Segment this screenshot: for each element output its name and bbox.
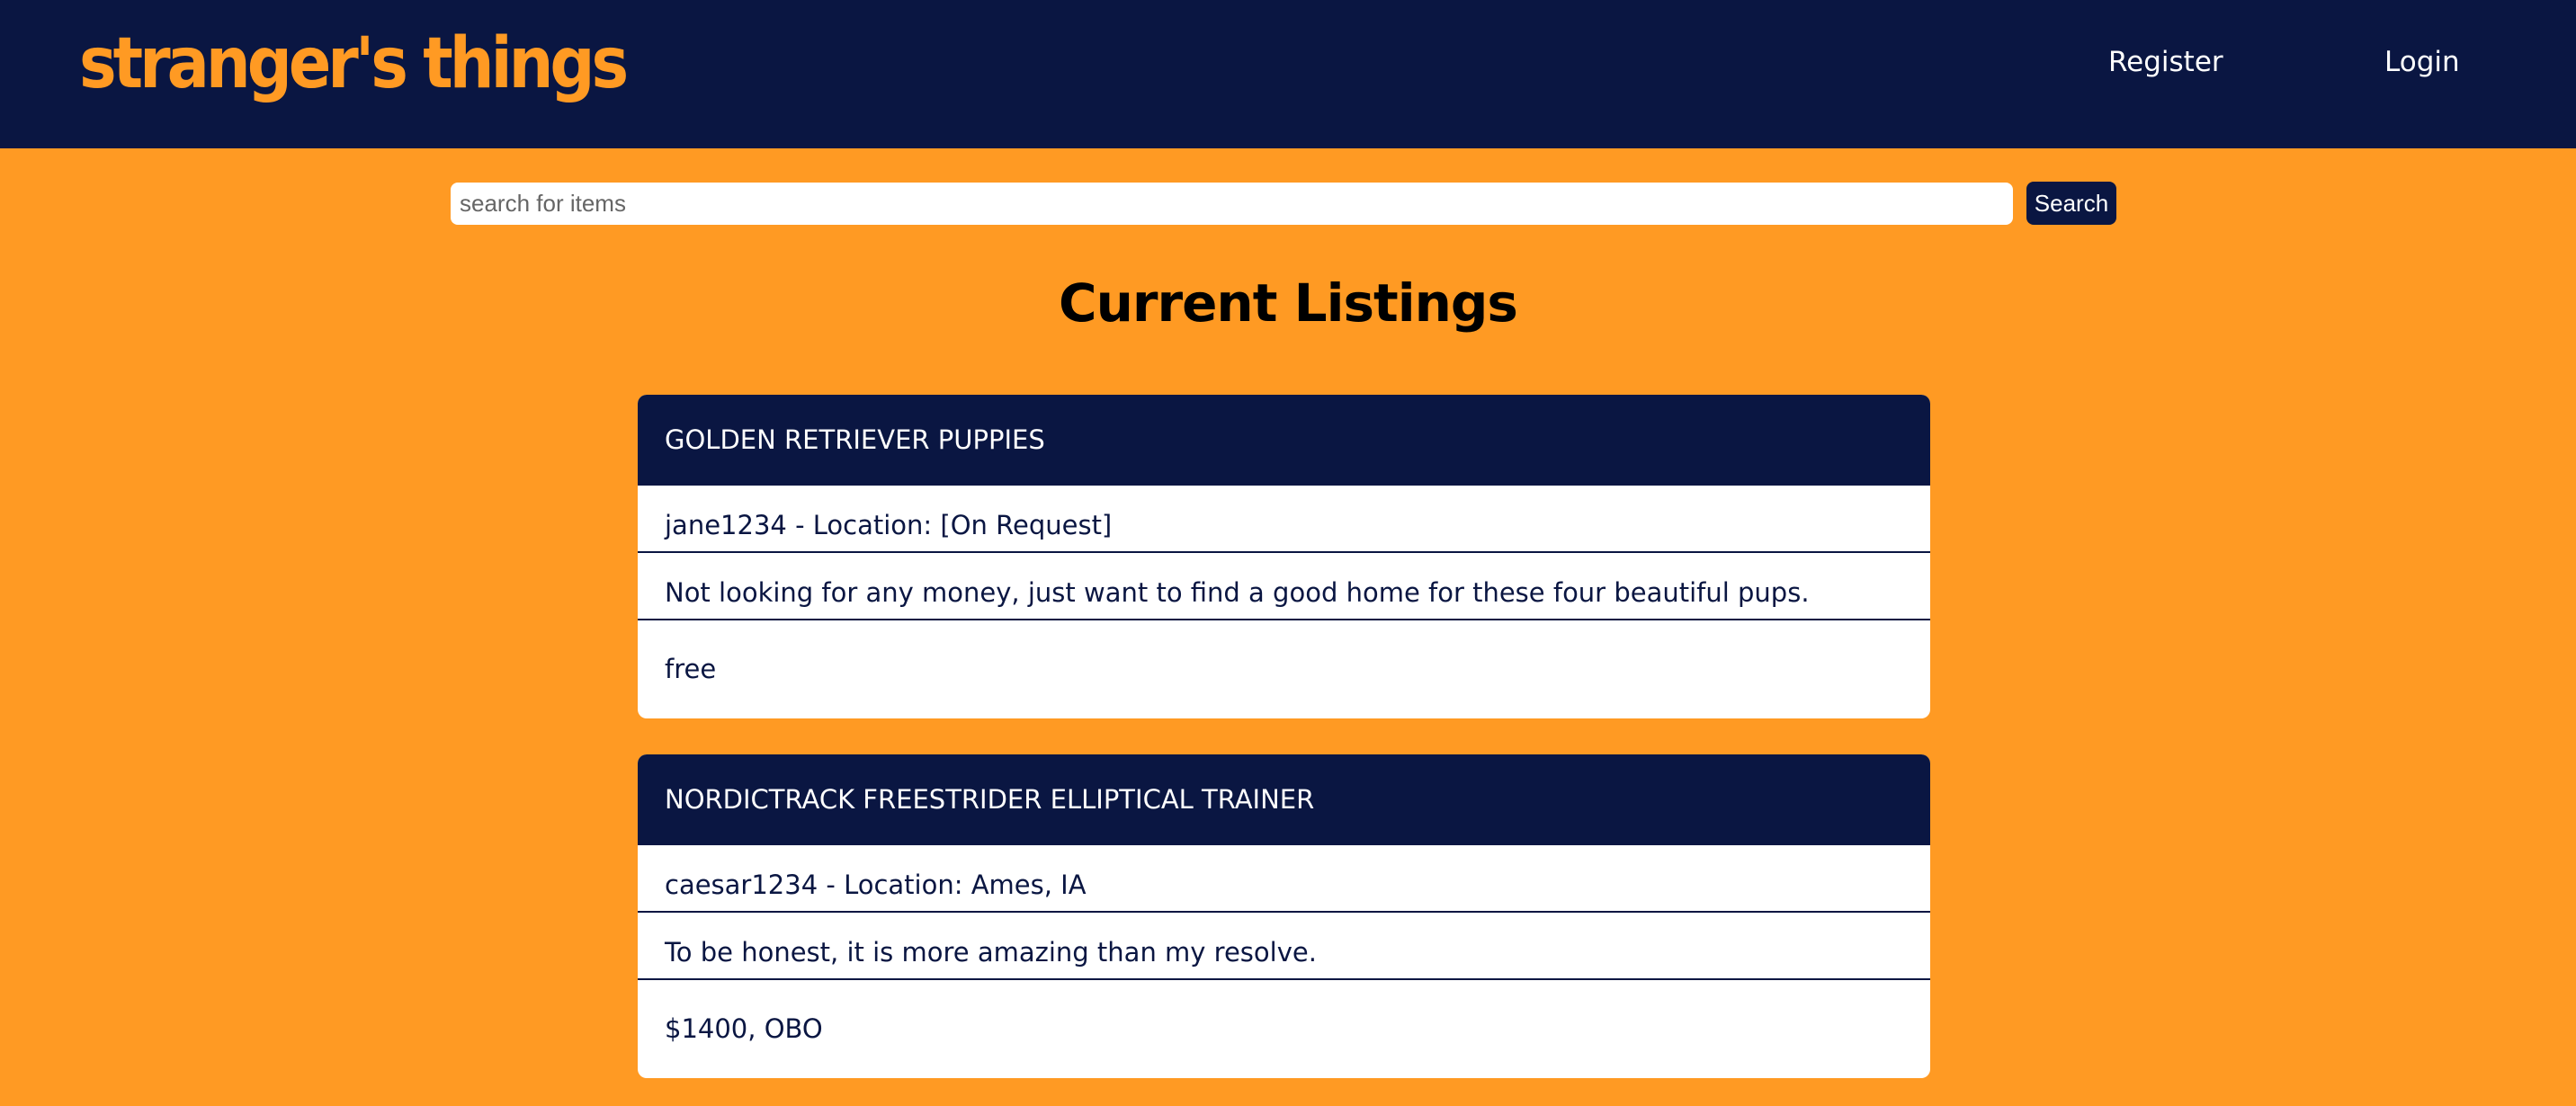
listing-card: NORDICTRACK FREESTRIDER ELLIPTICAL TRAIN… (638, 754, 1930, 1078)
site-logo[interactable]: stranger's things (79, 13, 629, 113)
listing-seller-location: caesar1234 - Location: Ames, IA (638, 845, 1930, 913)
listing-price: $1400, OBO (665, 1013, 823, 1044)
search-input[interactable] (451, 183, 2013, 225)
nav-register-link[interactable]: Register (2108, 40, 2223, 85)
listing-description: Not looking for any money, just want to … (638, 553, 1930, 620)
listing-seller-location: jane1234 - Location: [On Request] (638, 486, 1930, 553)
listing-price: free (665, 654, 717, 684)
nav-login-link[interactable]: Login (2384, 40, 2460, 85)
site-header: stranger's things Register Login (0, 0, 2576, 148)
listing-card: GOLDEN RETRIEVER PUPPIES jane1234 - Loca… (638, 395, 1930, 718)
page-title: Current Listings (1059, 272, 1518, 334)
listing-title: GOLDEN RETRIEVER PUPPIES (638, 395, 1930, 486)
listing-description: To be honest, it is more amazing than my… (638, 913, 1930, 980)
search-button[interactable]: Search (2026, 182, 2116, 225)
listing-title: NORDICTRACK FREESTRIDER ELLIPTICAL TRAIN… (638, 754, 1930, 845)
